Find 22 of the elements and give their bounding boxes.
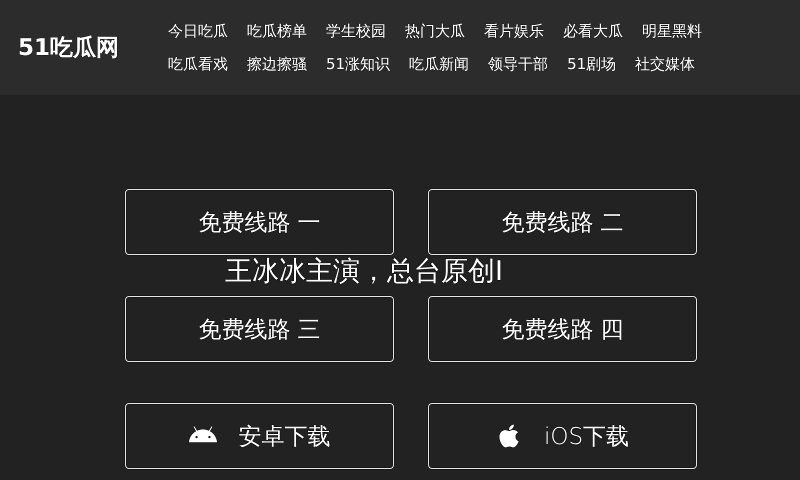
nav-link[interactable]: 明星黑料 [642, 22, 702, 40]
nav-link[interactable]: 擦边擦骚 [247, 54, 307, 74]
route-button[interactable]: 免费线路 四 [428, 296, 697, 362]
nav-link[interactable]: 今日吃瓜 [168, 22, 228, 40]
nav-link[interactable]: 吃瓜看戏 [168, 54, 228, 74]
nav-link[interactable]: 51剧场 [567, 54, 616, 74]
nav-link[interactable]: 学生校园 [326, 22, 386, 40]
nav-link[interactable]: 领导干部 [488, 54, 548, 74]
download-button[interactable]: 安卓下载 [125, 403, 394, 469]
route-button[interactable]: 免费线路 二 [428, 189, 697, 255]
nav-link[interactable]: 热门大瓜 [405, 22, 465, 40]
overlay-caption: 王冰冰主演，总台原创I [225, 257, 503, 287]
nav-link[interactable]: 吃瓜榜单 [247, 22, 307, 40]
download-button[interactable]: iOS下载 [428, 403, 697, 469]
route-button[interactable]: 免费线路 三 [125, 296, 394, 362]
site-logo[interactable]: 51吃瓜网 [18, 32, 168, 63]
nav-link[interactable]: 社交媒体 [635, 54, 696, 74]
nav-link[interactable]: 看片娱乐 [484, 22, 544, 40]
route-button[interactable]: 免费线路 一 [125, 189, 394, 255]
nav-link[interactable]: 吃瓜新闻 [409, 54, 470, 74]
nav-link[interactable]: 51涨知识 [326, 54, 390, 74]
nav-link[interactable]: 必看大瓜 [563, 22, 623, 40]
